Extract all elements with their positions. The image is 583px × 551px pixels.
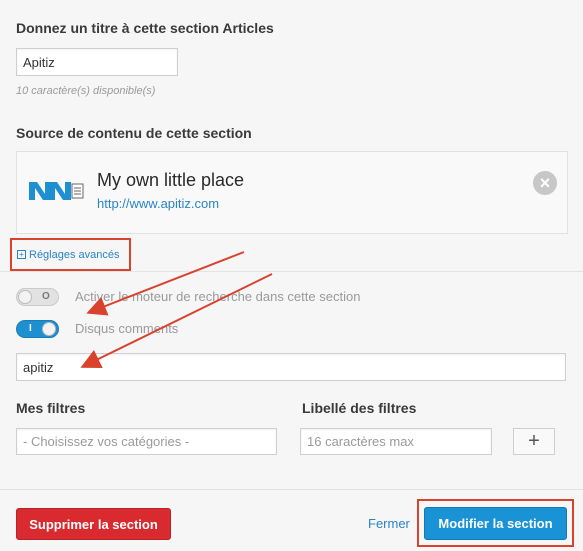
remove-source-icon[interactable]: × <box>533 171 557 195</box>
section-title-input[interactable]: Apitiz <box>16 48 178 76</box>
toggle-off-mark: O <box>42 291 50 302</box>
toggle-knob <box>18 290 32 304</box>
source-heading: Source de contenu de cette section <box>16 125 252 141</box>
source-url-link[interactable]: http://www.apitiz.com <box>97 196 219 211</box>
toggle-on-mark: I <box>29 323 32 334</box>
search-engine-toggle[interactable]: O <box>16 288 59 306</box>
expand-plus-icon: + <box>17 250 26 259</box>
my-filters-heading: Mes filtres <box>16 400 86 416</box>
filter-label-input[interactable]: 16 caractères max <box>300 428 492 455</box>
close-link[interactable]: Fermer <box>368 516 410 531</box>
section-title-heading: Donnez un titre à cette section Articles <box>16 20 274 36</box>
categories-select[interactable]: - Choisissez vos catégories - <box>16 428 277 455</box>
source-card: My own little place http://www.apitiz.co… <box>16 151 568 234</box>
characters-remaining-hint: 10 caractère(s) disponible(s) <box>16 85 156 97</box>
source-title: My own little place <box>97 170 245 190</box>
divider <box>0 271 583 272</box>
search-engine-label: Activer le moteur de recherche dans cett… <box>75 289 361 304</box>
toggle-knob <box>42 322 56 336</box>
advanced-settings-link[interactable]: + Réglages avancés <box>10 238 131 271</box>
filter-labels-heading: Libellé des filtres <box>302 400 417 416</box>
annotation-arrows <box>80 251 273 368</box>
modify-section-button[interactable]: Modifier la section <box>424 507 567 540</box>
advanced-settings-label: Réglages avancés <box>29 248 120 261</box>
disqus-shortname-input[interactable]: apitiz <box>16 353 566 381</box>
footer-divider <box>0 489 583 490</box>
disqus-comments-toggle[interactable]: I <box>16 320 59 338</box>
site-logo-icon <box>29 182 84 200</box>
add-filter-button[interactable]: + <box>513 428 555 455</box>
disqus-comments-label: Disqus comments <box>75 321 179 336</box>
delete-section-button[interactable]: Supprimer la section <box>16 508 171 540</box>
